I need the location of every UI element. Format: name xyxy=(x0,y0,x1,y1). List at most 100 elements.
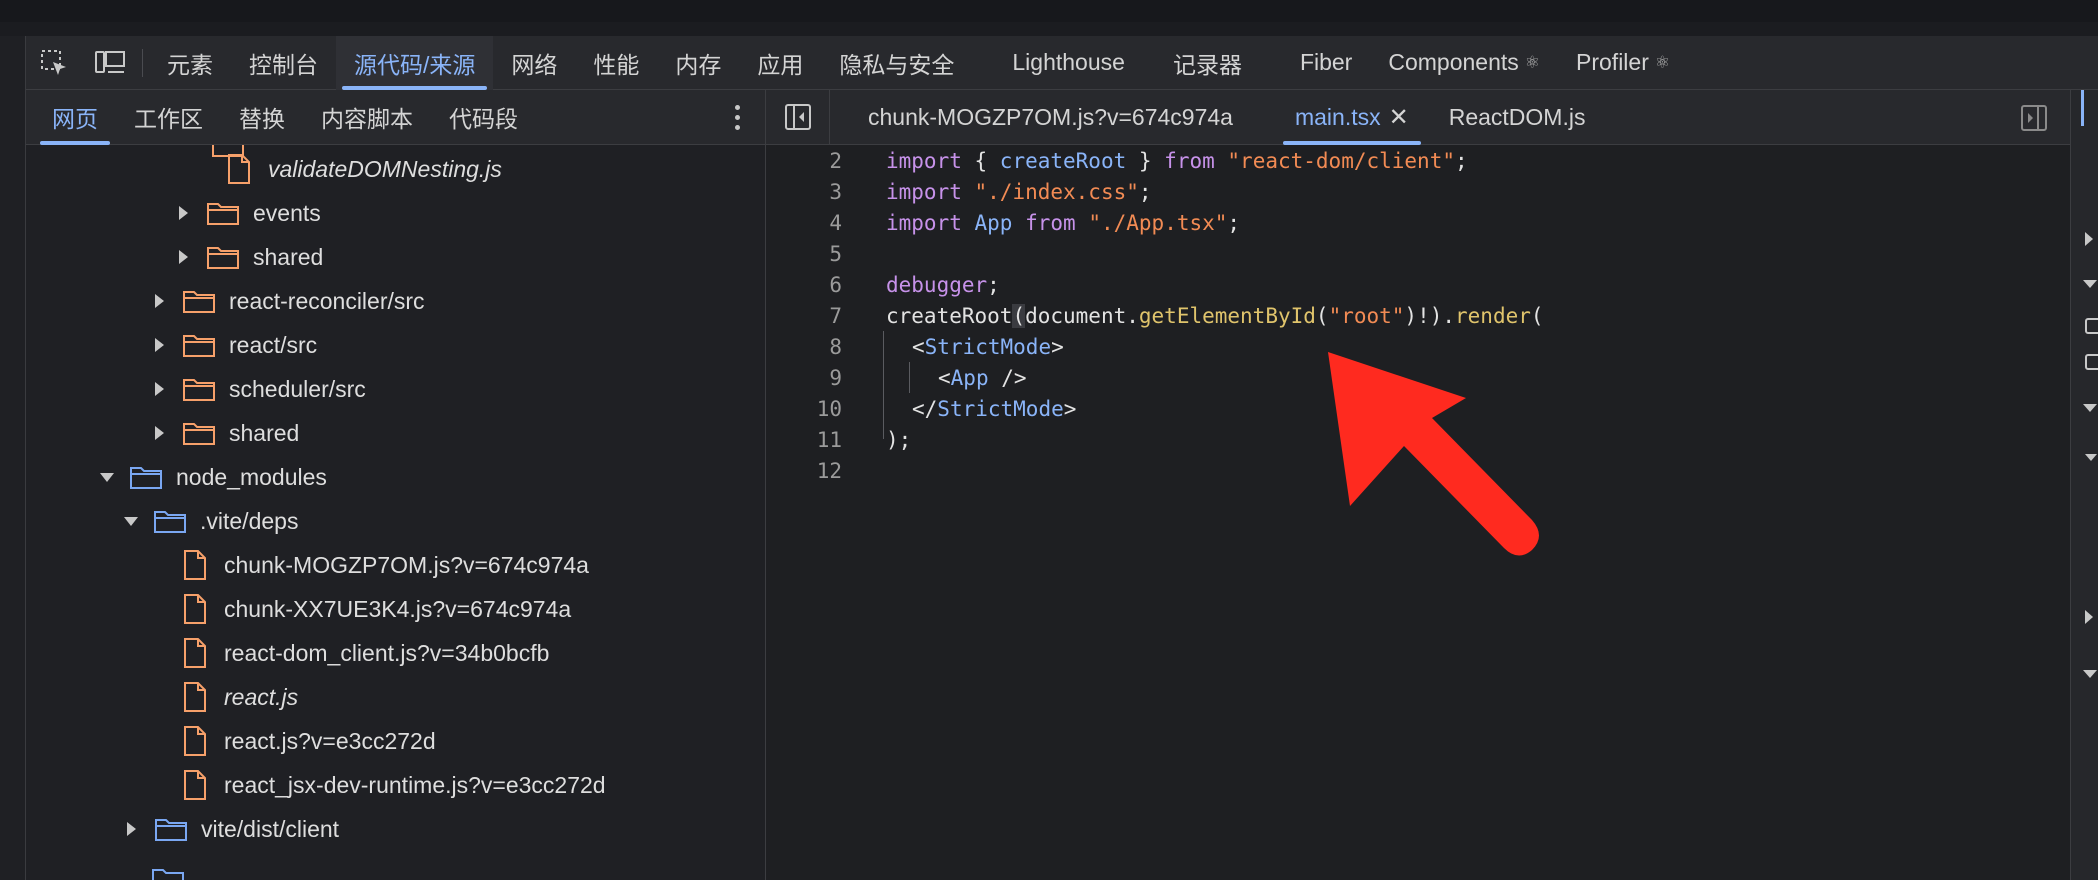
tree-row-file[interactable]: chunk-MOGZP7OM.js?v=674c974a xyxy=(184,543,589,587)
toggle-navigator-icon[interactable] xyxy=(766,89,830,145)
folder-icon xyxy=(183,423,215,445)
tree-row-file[interactable]: react.js xyxy=(184,675,298,719)
tree-row-folder[interactable]: .vite/deps xyxy=(124,499,298,543)
editor-tab-label: main.tsx xyxy=(1294,103,1381,130)
code-line: 4 import App from "./App.tsx"; xyxy=(766,207,2070,238)
tab-memory[interactable]: 内存 xyxy=(657,36,739,90)
tab-components[interactable]: Components ⚛ xyxy=(1370,36,1558,90)
file-icon xyxy=(184,550,206,580)
editor-tab-main[interactable]: main.tsx ✕ xyxy=(1275,90,1429,145)
line-number[interactable]: 12 xyxy=(766,459,842,483)
tab-label: Lighthouse xyxy=(1012,49,1125,75)
nav-tab-overrides[interactable]: 替换 xyxy=(221,90,303,145)
tab-label: 网络 xyxy=(511,51,558,78)
tree-row-folder[interactable]: shared xyxy=(152,411,299,455)
line-number[interactable]: 6 xyxy=(766,273,842,297)
nav-tab-label: 网页 xyxy=(52,106,98,132)
tab-console[interactable]: 控制台 xyxy=(231,36,336,90)
line-number[interactable]: 9 xyxy=(766,366,842,390)
file-tree: validateDOMNesting.js events shared reac… xyxy=(26,145,765,880)
nav-tab-content-scripts[interactable]: 内容脚本 xyxy=(303,90,431,145)
chevron-right-icon[interactable] xyxy=(2085,610,2093,624)
tab-performance[interactable]: 性能 xyxy=(575,36,657,90)
nav-tab-workspace[interactable]: 工作区 xyxy=(116,90,221,145)
line-number[interactable]: 5 xyxy=(766,242,842,266)
tree-row-file[interactable]: react-dom_client.js?v=34b0bcfb xyxy=(184,631,549,675)
tree-row-folder[interactable]: react/src xyxy=(152,323,317,367)
folder-icon xyxy=(130,467,162,489)
toggle-debugger-icon[interactable] xyxy=(2020,104,2048,137)
device-toolbar-icon[interactable] xyxy=(82,36,138,90)
nav-tab-page[interactable]: 网页 xyxy=(34,90,116,145)
chevron-down-icon[interactable] xyxy=(100,472,114,482)
tree-row-folder[interactable]: scheduler/src xyxy=(152,367,366,411)
file-icon xyxy=(184,638,206,668)
chevron-right-icon[interactable] xyxy=(155,338,164,352)
editor-tabs: chunk-MOGZP7OM.js?v=674c974a main.tsx ✕ R… xyxy=(766,89,2070,145)
folder-icon xyxy=(183,335,215,357)
tree-row-label: react-reconciler/src xyxy=(229,287,425,314)
tree-row-label: chunk-XX7UE3K4.js?v=674c974a xyxy=(224,595,572,622)
chevron-down-icon[interactable] xyxy=(2083,404,2097,412)
tab-elements[interactable]: 元素 xyxy=(149,36,231,90)
tab-recorder[interactable]: 记录器 xyxy=(1155,36,1260,90)
tree-row-file[interactable]: chunk-XX7UE3K4.js?v=674c974a xyxy=(184,587,571,631)
chevron-right-icon[interactable] xyxy=(179,250,188,264)
tree-row-folder[interactable]: vite/dist/client xyxy=(124,807,339,851)
tree-row-label: react-dom_client.js?v=34b0bcfb xyxy=(224,639,550,666)
tab-application[interactable]: 应用 xyxy=(739,36,821,90)
chevron-down-icon[interactable] xyxy=(2083,670,2097,678)
chevron-right-icon[interactable] xyxy=(155,294,164,308)
tree-row-folder[interactable]: events xyxy=(176,191,321,235)
chevron-right-icon[interactable] xyxy=(2085,232,2093,246)
tab-label: 控制台 xyxy=(249,51,318,78)
nav-tab-snippets[interactable]: 代码段 xyxy=(431,90,536,145)
line-number[interactable]: 8 xyxy=(766,335,842,359)
tree-row-label: events xyxy=(253,199,321,226)
tree-row-folder[interactable]: node_modules xyxy=(100,455,327,499)
chevron-down-icon[interactable] xyxy=(2083,280,2097,288)
chevron-down-icon[interactable] xyxy=(124,516,138,526)
line-source: ); xyxy=(886,427,912,452)
chevron-right-icon[interactable] xyxy=(179,206,188,220)
tree-row-file[interactable]: validateDOMNesting.js xyxy=(228,147,502,191)
line-source: <StrictMode> xyxy=(912,334,1064,359)
line-number[interactable]: 10 xyxy=(766,397,842,421)
chevron-down-icon[interactable] xyxy=(2085,454,2097,461)
line-number[interactable]: 7 xyxy=(766,304,842,328)
react-atom-icon: ⚛ xyxy=(1524,52,1541,72)
chevron-right-icon[interactable] xyxy=(155,382,164,396)
tab-lighthouse[interactable]: Lighthouse xyxy=(994,36,1143,90)
folder-icon xyxy=(207,203,239,225)
tree-row-folder[interactable]: react-reconciler/src xyxy=(152,279,425,323)
checkbox-icon[interactable] xyxy=(2085,318,2098,334)
left-edge-panel xyxy=(0,36,26,880)
line-number[interactable]: 4 xyxy=(766,211,842,235)
tab-profiler[interactable]: Profiler ⚛ xyxy=(1558,36,1688,90)
more-options-icon[interactable] xyxy=(727,102,747,132)
nav-tab-label: 内容脚本 xyxy=(321,106,413,132)
tab-network[interactable]: 网络 xyxy=(493,36,575,90)
element-picker-icon[interactable] xyxy=(26,36,82,90)
nav-tab-label: 替换 xyxy=(239,106,285,132)
chevron-right-icon[interactable] xyxy=(127,822,136,836)
chevron-right-icon[interactable] xyxy=(155,426,164,440)
tree-row-partial xyxy=(152,857,198,880)
line-number[interactable]: 11 xyxy=(766,428,842,452)
editor-tab-chunk[interactable]: chunk-MOGZP7OM.js?v=674c974a xyxy=(848,90,1253,145)
tree-row-folder[interactable]: shared xyxy=(176,235,323,279)
tab-fiber[interactable]: Fiber xyxy=(1282,36,1370,90)
editor-tab-reactdom[interactable]: ReactDOM.js xyxy=(1429,90,1606,145)
tab-label: Components xyxy=(1388,49,1519,75)
tree-row-file[interactable]: react_jsx-dev-runtime.js?v=e3cc272d xyxy=(184,763,606,807)
tab-privacy-security[interactable]: 隐私与安全 xyxy=(821,36,972,90)
tree-row-file[interactable]: react.js?v=e3cc272d xyxy=(184,719,436,763)
react-atom-icon: ⚛ xyxy=(1654,52,1671,72)
line-source: debugger; xyxy=(886,272,1000,297)
line-number[interactable]: 2 xyxy=(766,149,842,173)
file-icon xyxy=(184,726,206,756)
close-icon[interactable]: ✕ xyxy=(1389,103,1409,132)
checkbox-icon[interactable] xyxy=(2085,354,2098,370)
line-number[interactable]: 3 xyxy=(766,180,842,204)
tab-sources[interactable]: 源代码/来源 xyxy=(336,35,494,90)
